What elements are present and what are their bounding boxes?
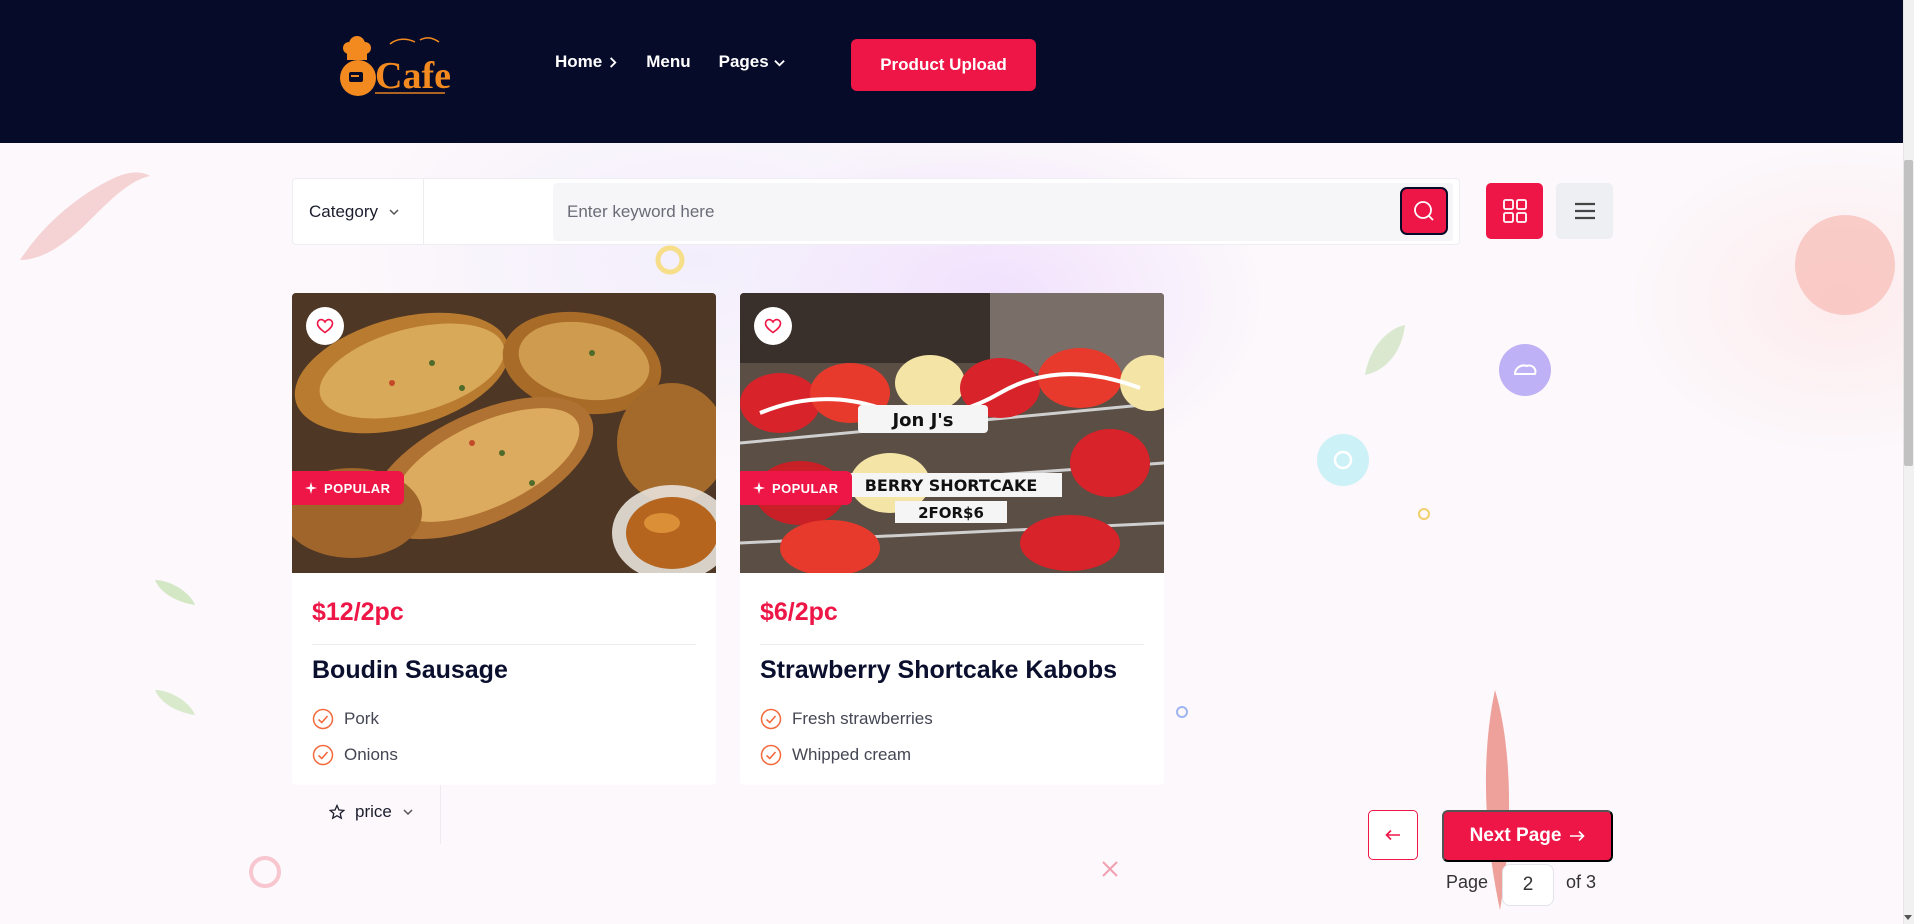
next-page-label: Next Page: [1469, 825, 1562, 846]
previous-page-button[interactable]: [1368, 810, 1418, 860]
price-dropdown[interactable]: price: [313, 779, 441, 844]
image-sign-text: Jon J's: [890, 410, 953, 431]
search-input[interactable]: [567, 183, 1387, 241]
favorite-button[interactable]: [306, 307, 344, 345]
grid-view-button[interactable]: [1486, 183, 1543, 239]
page-number-input[interactable]: [1502, 864, 1554, 906]
product-upload-button[interactable]: Product Upload: [851, 39, 1036, 91]
list-item: Onions: [312, 737, 398, 773]
cross-decoration: [1102, 861, 1118, 877]
image-sign-text-2: BERRY SHORTCAKE: [865, 476, 1038, 495]
scroll-down-arrow-icon[interactable]: [1904, 915, 1912, 920]
list-item: Fresh strawberries: [760, 701, 933, 737]
nav-menu[interactable]: Menu: [646, 52, 690, 72]
product-price: $12/2pc: [312, 598, 404, 626]
ingredient-text: Onions: [344, 745, 398, 764]
product-card[interactable]: POPULAR $12/2pc Boudin Sausage Pork Onio…: [292, 293, 716, 785]
ingredient-list: Pork Onions: [312, 701, 398, 773]
page-total: of 3: [1566, 872, 1597, 892]
cloud-icon: [1499, 344, 1551, 396]
site-header: Cafe Home Menu Pages Product Upload: [0, 0, 1903, 143]
star-icon: [329, 803, 345, 820]
product-name[interactable]: Boudin Sausage: [312, 656, 508, 685]
badge-label: POPULAR: [772, 480, 839, 496]
product-image-strawberry-kabobs: Jon J's BERRY SHORTCAKE 2FOR$6 POPULAR: [740, 293, 1164, 573]
cafe-logo[interactable]: Cafe: [335, 30, 450, 100]
search-box: [553, 183, 1453, 241]
list-item: Pork: [312, 701, 398, 737]
arrow-left-icon: [1385, 829, 1400, 841]
heart-icon: [316, 318, 334, 334]
check-circle-icon: [312, 744, 334, 766]
dot-decoration-2: [1418, 508, 1430, 520]
popular-badge: POPULAR: [740, 471, 853, 505]
list-item: Whipped cream: [760, 737, 933, 773]
logo-text: Cafe: [375, 55, 450, 97]
chevron-down-icon: [773, 59, 785, 67]
nav-menu-label: Menu: [646, 52, 691, 71]
check-circle-icon: [312, 708, 334, 730]
leaf-decoration-left: [155, 580, 195, 605]
search-button[interactable]: [1400, 187, 1448, 235]
badge-label: POPULAR: [324, 480, 391, 496]
nav-pages-label: Pages: [718, 52, 769, 71]
leaf-decoration: [1365, 325, 1405, 375]
list-view-button[interactable]: [1556, 183, 1613, 239]
ingredient-list: Fresh strawberries Whipped cream: [760, 701, 933, 773]
circle-decoration: [249, 856, 281, 888]
price-label: price: [355, 801, 392, 821]
scrollbar-thumb[interactable]: [1904, 160, 1913, 466]
scrollbar[interactable]: [1903, 0, 1914, 924]
divider: [760, 644, 1144, 645]
page-label: Page: [1446, 872, 1489, 892]
sparkle-icon: [753, 482, 765, 494]
sparkle-icon: [305, 482, 317, 494]
category-dropdown[interactable]: Category: [293, 179, 424, 244]
grid-icon: [1502, 199, 1527, 223]
chevron-down-icon: [403, 808, 413, 815]
tomato-decoration: [1795, 215, 1895, 315]
category-label: Category: [309, 201, 378, 221]
chili-decoration: [20, 172, 150, 260]
dot-decoration: [1176, 706, 1188, 718]
check-circle-icon: [760, 708, 782, 730]
search-icon: [1414, 201, 1434, 221]
chevron-down-icon: [389, 208, 399, 215]
ingredient-text: Fresh strawberries: [792, 709, 933, 728]
check-circle-icon: [760, 744, 782, 766]
nav-home-label: Home: [555, 52, 603, 71]
next-page-button[interactable]: Next Page: [1442, 810, 1613, 862]
product-card[interactable]: Jon J's BERRY SHORTCAKE 2FOR$6 POPULAR $…: [740, 293, 1164, 785]
ingredient-text: Pork: [344, 709, 379, 728]
settings-icon: [1317, 434, 1369, 486]
favorite-button[interactable]: [754, 307, 792, 345]
filter-bar: Category price: [292, 178, 1460, 844]
menu-lines-icon: [1574, 202, 1595, 220]
heart-icon: [764, 318, 782, 334]
main-nav: Home Menu Pages: [555, 52, 785, 72]
ring-decoration: [655, 245, 685, 275]
product-price: $6/2pc: [760, 598, 838, 626]
popular-badge: POPULAR: [292, 471, 405, 505]
product-name[interactable]: Strawberry Shortcake Kabobs: [760, 656, 1117, 685]
ingredient-text: Whipped cream: [792, 745, 912, 764]
nav-home[interactable]: Home: [555, 52, 618, 72]
leaf-decoration-left-2: [155, 690, 195, 715]
image-sign-text-3: 2FOR$6: [918, 504, 984, 522]
nav-pages[interactable]: Pages: [719, 52, 785, 72]
chef-hat-icon: Cafe: [340, 36, 450, 97]
product-image-boudin: POPULAR: [292, 293, 716, 573]
divider: [312, 644, 696, 645]
chevron-right-icon: [610, 56, 617, 68]
arrow-right-icon: [1570, 830, 1586, 842]
